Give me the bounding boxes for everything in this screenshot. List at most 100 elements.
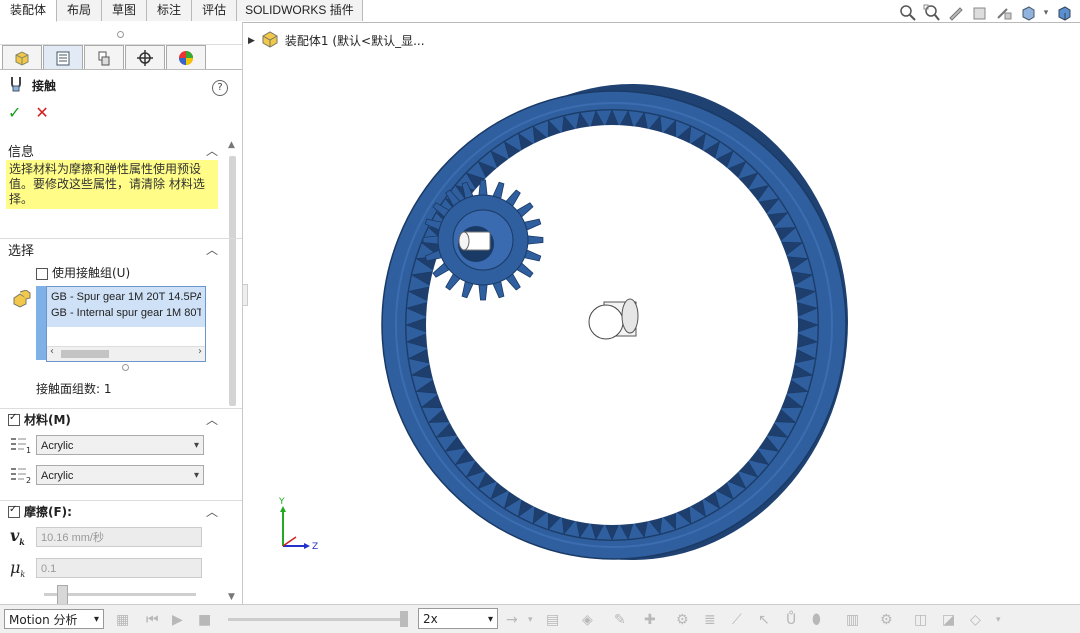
force-icon[interactable]: ↖ — [758, 612, 770, 628]
dropdown-icon[interactable]: ▾ — [528, 615, 533, 625]
collapse-icon[interactable]: ︿ — [206, 411, 218, 428]
view-orientation-icon[interactable] — [994, 4, 1014, 22]
dropdown-icon[interactable]: ▾ — [1042, 4, 1050, 22]
tab-annotation[interactable]: 标注 — [147, 0, 193, 21]
svg-text:1: 1 — [26, 446, 31, 454]
velocity-input[interactable]: 10.16 mm/秒 — [36, 527, 202, 547]
save-animation-icon[interactable]: ▤ — [546, 612, 559, 628]
dropdown-icon[interactable]: ▾ — [996, 615, 1001, 625]
friction-toggle[interactable]: 摩擦(F): — [8, 503, 72, 520]
h-scrollbar-thumb[interactable] — [61, 350, 109, 358]
playback-slider-track[interactable] — [228, 618, 408, 621]
list-item[interactable]: GB - Spur gear 1M 20T 14.5PA — [51, 291, 201, 303]
use-contact-groups-checkbox[interactable] — [36, 267, 48, 280]
tab-evaluate[interactable]: 评估 — [192, 0, 238, 21]
material-heading: 材料(M) — [24, 412, 71, 427]
tab-sketch[interactable]: 草图 — [102, 0, 148, 21]
results-plots-icon[interactable]: ▥ — [846, 612, 859, 628]
play-icon[interactable]: ▶ — [172, 612, 183, 628]
friction-checkbox[interactable] — [8, 504, 20, 518]
selection-heading: 选择 — [8, 243, 35, 259]
listbox-resize-handle[interactable] — [122, 364, 129, 371]
motor-icon[interactable]: ⚙ — [676, 612, 689, 628]
graphics-viewport[interactable]: Y Z — [248, 50, 1080, 602]
contact-icon — [8, 75, 24, 96]
use-contact-groups-option[interactable]: 使用接触组(U) — [36, 264, 130, 281]
friction-section-header[interactable]: 摩擦(F): ︿ — [0, 500, 242, 521]
collapse-icon[interactable]: ︿ — [206, 142, 218, 159]
assembly-name: 装配体1 (默认<默认_显... — [284, 34, 425, 48]
feature-tree-flyout[interactable]: ▶ 装配体1 (默认<默认_显... — [248, 30, 425, 51]
play-from-start-icon[interactable]: ⏮ — [146, 612, 159, 628]
assembly-icon — [261, 30, 279, 51]
display-manager-icon[interactable] — [166, 45, 206, 69]
zoom-to-fit-icon[interactable] — [898, 4, 918, 22]
study-type-select[interactable]: Motion 分析 ▾ — [4, 609, 104, 629]
autokey-icon[interactable]: ✎ — [614, 612, 626, 628]
filter-icon[interactable]: ◇ — [970, 612, 981, 628]
view-options-icon[interactable]: ◪ — [942, 612, 955, 628]
collapse-icon[interactable]: ︿ — [206, 503, 218, 520]
contact-face-count: 接触面组数: 1 — [36, 382, 112, 396]
material-section-header[interactable]: 材料(M) ︿ — [0, 408, 242, 429]
contact-tool-icon[interactable]: Ů — [786, 612, 796, 628]
scroll-right-icon[interactable]: › — [198, 346, 202, 357]
scroll-left-icon[interactable]: ‹ — [50, 346, 54, 357]
material-2-select[interactable]: Acrylic ▾ — [36, 465, 204, 485]
zoom-area-icon[interactable] — [922, 4, 942, 22]
material-1-select[interactable]: Acrylic ▾ — [36, 435, 204, 455]
pinion-tooth — [527, 235, 544, 245]
collapse-manager-icon[interactable]: ◫ — [914, 612, 927, 628]
info-message: 选择材料为摩擦和弹性属性使用预设值。要修改这些属性，请清除 材料选择。 — [6, 160, 218, 209]
tab-layout[interactable]: 布局 — [57, 0, 103, 21]
selection-section-header[interactable]: 选择 ︿ — [0, 238, 242, 259]
add-key-icon[interactable]: ✚ — [644, 612, 656, 628]
feature-manager-icon[interactable] — [2, 45, 42, 69]
coefficient-icon: μk — [10, 558, 26, 580]
configuration-manager-icon[interactable] — [84, 45, 124, 69]
splitter-handle-icon[interactable] — [117, 31, 124, 38]
horizontal-scrollbar[interactable]: ‹ › — [47, 346, 205, 361]
study-properties-icon[interactable]: ⚙ — [880, 612, 893, 628]
coefficient-input[interactable]: 0.1 — [36, 558, 202, 578]
property-manager-icon[interactable] — [43, 45, 83, 69]
collapse-icon[interactable]: ︿ — [206, 241, 218, 258]
selection-listbox[interactable]: GB - Spur gear 1M 20T 14.5PA GB - Intern… — [46, 286, 206, 362]
info-section-header[interactable]: 信息 ︿ — [0, 140, 242, 160]
section-view-icon[interactable] — [970, 4, 990, 22]
material-toggle[interactable]: 材料(M) — [8, 411, 71, 428]
material-checkbox[interactable] — [8, 412, 20, 426]
components-icon — [12, 289, 32, 311]
dimxpert-icon[interactable] — [125, 45, 165, 69]
previous-view-icon[interactable] — [946, 4, 966, 22]
display-style-icon[interactable] — [1018, 4, 1038, 22]
playback-slider-thumb[interactable] — [400, 611, 408, 627]
animation-wizard-icon[interactable]: ◈ — [582, 612, 593, 628]
tab-solidworks-addins[interactable]: SOLIDWORKS 插件 — [237, 0, 363, 21]
material-2-icon: 2 — [10, 466, 32, 487]
scroll-down-icon[interactable]: ▼ — [228, 592, 235, 602]
chevron-down-icon: ▾ — [93, 614, 99, 625]
motion-study-toolbar: Motion 分析 ▾ ▦ ⏮ ▶ ■ 2x ▾ → ▾ ▤ ◈ ✎ ✚ ⚙ ≣ ⟋… — [0, 604, 1080, 633]
hide-show-icon[interactable] — [1054, 4, 1074, 22]
ok-button[interactable]: ✓ — [8, 103, 21, 122]
coordinate-triad: Y Z — [278, 497, 318, 552]
playback-speed-select[interactable]: 2x ▾ — [418, 608, 498, 629]
cancel-button[interactable]: ✕ — [35, 103, 48, 122]
expand-arrow-icon[interactable]: ▶ — [248, 36, 255, 46]
spring-icon[interactable]: ≣ — [704, 612, 716, 628]
vertical-scrollbar[interactable]: ▲ ▼ — [226, 140, 238, 604]
playback-mode-icon[interactable]: → — [506, 612, 518, 628]
use-contact-groups-label: 使用接触组(U) — [52, 266, 131, 280]
panel-splitter[interactable] — [0, 22, 242, 45]
friction-slider-thumb[interactable] — [57, 585, 68, 604]
calculate-icon[interactable]: ▦ — [116, 612, 129, 628]
tab-assembly[interactable]: 装配体 — [0, 0, 58, 22]
pinion-tooth — [478, 284, 488, 301]
damper-icon[interactable]: ⟋ — [732, 612, 742, 628]
gravity-icon[interactable]: ⬮ — [812, 612, 821, 628]
list-item[interactable]: GB - Internal spur gear 1M 80T — [51, 307, 201, 319]
stop-icon[interactable]: ■ — [198, 612, 211, 628]
help-icon[interactable]: ? — [212, 80, 228, 96]
velocity-icon: vk — [10, 526, 25, 548]
